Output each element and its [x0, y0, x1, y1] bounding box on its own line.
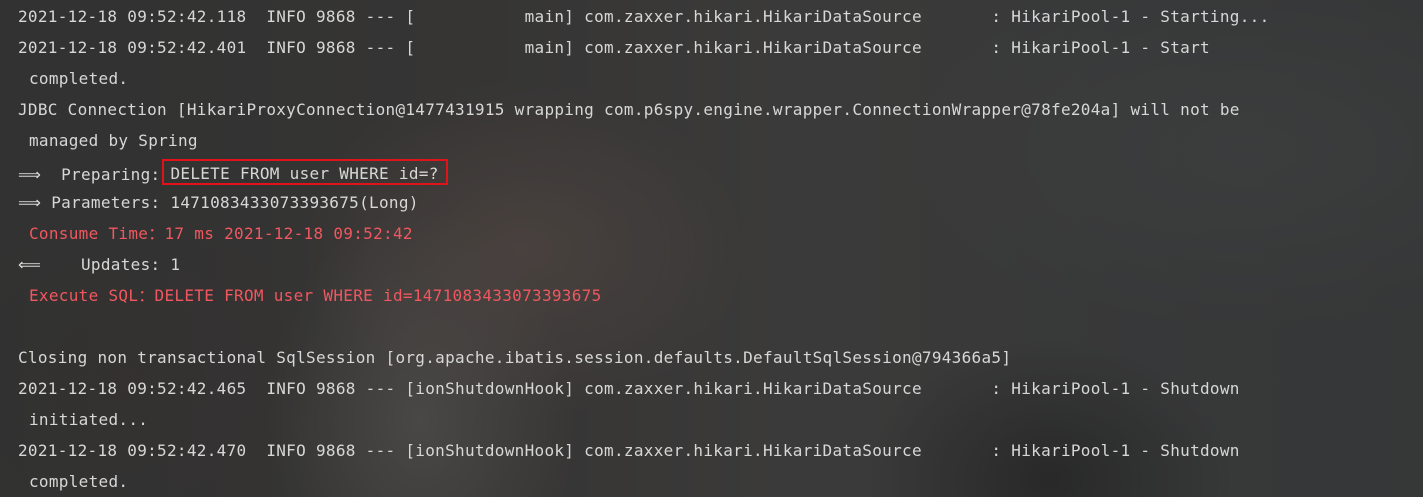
preparing-label: Preparing: [61, 165, 161, 184]
log-line-hikari-shutdown-initiated: 2021-12-18 09:52:42.465 INFO 9868 --- [i… [18, 379, 1240, 398]
log-line-parameters: ⟹ Parameters: 1471083433073393675(Long) [18, 191, 419, 215]
log-line-updates: ⟸ Updates: 1 [18, 253, 180, 277]
console-output: 2021-12-18 09:52:42.118 INFO 9868 --- [ … [0, 0, 1423, 497]
log-line-continuation: initiated... [29, 410, 149, 429]
log-line-hikari-shutdown-completed: 2021-12-18 09:52:42.470 INFO 9868 --- [i… [18, 441, 1240, 460]
arrow-right-icon: ⟹ [18, 165, 42, 184]
updates-text: Updates: 1 [80, 255, 181, 274]
highlighted-sql-statement: DELETE FROM user WHERE id=? [162, 159, 448, 185]
log-line-execute-sql: Execute SQL：DELETE FROM user WHERE id=14… [29, 286, 602, 305]
arrow-left-icon: ⟸ [18, 255, 42, 274]
log-line-continuation: completed. [29, 472, 129, 491]
log-line-hikari-start: 2021-12-18 09:52:42.401 INFO 9868 --- [ … [18, 38, 1210, 57]
arrow-right-icon: ⟹ [18, 193, 42, 212]
parameters-text: Parameters: 1471083433073393675(Long) [51, 193, 419, 212]
log-line-preparing: ⟹ Preparing: DELETE FROM user WHERE id=? [18, 159, 448, 185]
log-line-consume-time: Consume Time：17 ms 2021-12-18 09:52:42 [29, 224, 413, 243]
log-line-continuation: managed by Spring [29, 131, 198, 150]
log-line-closing-sqlsession: Closing non transactional SqlSession [or… [18, 348, 1012, 367]
log-line-hikari-starting: 2021-12-18 09:52:42.118 INFO 9868 --- [ … [18, 7, 1270, 26]
log-line-continuation: completed. [29, 69, 129, 88]
log-line-jdbc-connection: JDBC Connection [HikariProxyConnection@1… [18, 100, 1240, 119]
